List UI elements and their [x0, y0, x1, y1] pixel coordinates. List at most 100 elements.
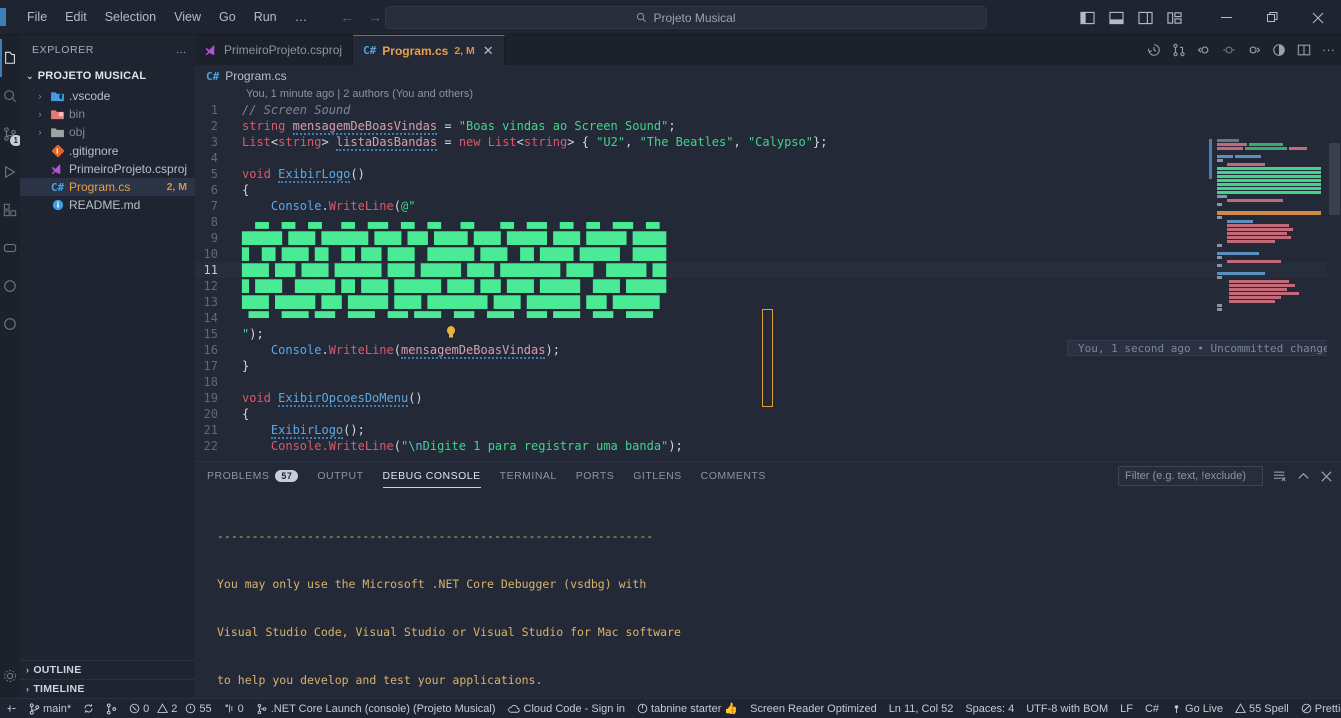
- debug-console-output[interactable]: ----------------------------------------…: [195, 490, 1341, 718]
- tab-close-icon[interactable]: ✕: [483, 43, 494, 59]
- next-change-icon[interactable]: [1247, 43, 1261, 57]
- split-editor-icon[interactable]: [1297, 43, 1311, 57]
- tree-item-gitignore[interactable]: .gitignore: [20, 142, 195, 160]
- minimize-button[interactable]: [1203, 0, 1249, 35]
- status-prettier[interactable]: Prettier: [1295, 699, 1341, 718]
- menu-item-view[interactable]: View: [165, 6, 210, 28]
- status-sync[interactable]: [77, 699, 100, 718]
- tree-item-readme[interactable]: README.md: [20, 196, 195, 214]
- activity-remote-icon[interactable]: [0, 267, 20, 305]
- panel-tab-output[interactable]: OUTPUT: [317, 462, 363, 490]
- forward-arrow-icon[interactable]: →: [368, 9, 382, 25]
- tab-primeiroprojeto-csproj[interactable]: PrimeiroProjeto.csproj: [195, 35, 354, 65]
- activity-copilot-icon[interactable]: [0, 229, 20, 267]
- activity-manage-gear-icon[interactable]: [0, 660, 20, 698]
- status-indentation[interactable]: Spaces: 4: [959, 699, 1020, 718]
- workspace-folder-row[interactable]: ⌄ PROJETO MUSICAL: [20, 65, 195, 87]
- toggle-secondary-sidebar-icon[interactable]: [1134, 7, 1156, 29]
- code-line-13[interactable]: 13 ████ ██████ ███ ██████ ████ █████████…: [195, 294, 1341, 310]
- outline-section[interactable]: › OUTLINE: [20, 660, 195, 679]
- compare-changes-icon[interactable]: [1172, 43, 1186, 57]
- code-line-3[interactable]: 3 List<string> listaDasBandas = new List…: [195, 134, 1341, 151]
- back-arrow-icon[interactable]: ←: [340, 9, 354, 25]
- panel-tab-gitlens[interactable]: GITLENS: [633, 462, 681, 490]
- tree-item-csproj[interactable]: PrimeiroProjeto.csproj: [20, 160, 195, 178]
- code-editor[interactable]: You, 1 minute ago | 2 authors (You and o…: [195, 87, 1341, 453]
- activity-extensions-icon[interactable]: [0, 191, 20, 229]
- panel-tab-terminal[interactable]: TERMINAL: [500, 462, 557, 490]
- menu-item-edit[interactable]: Edit: [56, 6, 96, 28]
- code-line-5[interactable]: 5 void ExibirLogo(): [195, 166, 1341, 183]
- breadcrumb[interactable]: C# Program.cs: [195, 65, 1341, 87]
- explorer-more-icon[interactable]: …: [176, 44, 187, 56]
- code-line-22[interactable]: 22 Console.WriteLine("\nDigite 1 para re…: [195, 438, 1341, 453]
- toggle-primary-sidebar-icon[interactable]: [1076, 7, 1098, 29]
- status-branch[interactable]: main*: [23, 699, 77, 718]
- restore-button[interactable]: [1249, 0, 1295, 35]
- maximize-panel-icon[interactable]: [1297, 470, 1310, 483]
- status-remote-indicator[interactable]: [0, 699, 23, 718]
- tree-item-program-cs[interactable]: C# Program.cs 2, M: [20, 177, 195, 197]
- minimap[interactable]: [1209, 139, 1327, 439]
- previous-change-icon[interactable]: [1197, 43, 1211, 57]
- status-cloud-code[interactable]: Cloud Code - Sign in: [502, 699, 632, 718]
- code-line-2[interactable]: 2 string mensagemDeBoasVindas = "Boas vi…: [195, 118, 1341, 135]
- status-ports[interactable]: 0: [218, 699, 250, 718]
- toggle-panel-icon[interactable]: [1105, 7, 1127, 29]
- menu-item-more[interactable]: …: [286, 6, 317, 28]
- status-gitlens-blame[interactable]: [100, 699, 123, 718]
- menu-item-go[interactable]: Go: [210, 6, 245, 28]
- code-line-7[interactable]: 7 Console.WriteLine(@": [195, 198, 1341, 214]
- status-language-mode[interactable]: C#: [1139, 699, 1165, 718]
- status-debug-launch[interactable]: .NET Core Launch (console) (Projeto Musi…: [250, 699, 502, 718]
- clear-console-icon[interactable]: [1273, 470, 1287, 483]
- more-actions-icon[interactable]: ···: [1322, 43, 1335, 56]
- status-spell-check[interactable]: 55 Spell: [1229, 699, 1295, 718]
- code-line-8[interactable]: 8 ▄▄ ▄▄ ▄▄ ▄▄ ▄▄▄ ▄▄ ▄▄ ▄▄ ▄▄ ▄▄▄ ▄▄ ▄▄ …: [195, 214, 1341, 230]
- code-line-11[interactable]: 11 ████ ███ ████ ███████ ████ ██████ ███…: [195, 262, 1341, 278]
- tree-item-vscode[interactable]: › .vscode: [20, 87, 195, 105]
- menu-item-run[interactable]: Run: [245, 6, 286, 28]
- code-line-10[interactable]: 10 █ ██ ████ ██ ██ ███ ████ ███████ ████…: [195, 246, 1341, 262]
- tree-item-bin[interactable]: › bin: [20, 105, 195, 123]
- panel-tab-ports[interactable]: PORTS: [576, 462, 614, 490]
- status-cursor-position[interactable]: Ln 11, Col 52: [883, 699, 960, 718]
- blame-toggle-icon[interactable]: [1222, 43, 1236, 57]
- minimap-viewport-slider[interactable]: [1209, 139, 1212, 179]
- menu-item-file[interactable]: File: [18, 6, 56, 28]
- code-line-21[interactable]: 21 ExibirLogo();: [195, 422, 1341, 439]
- activity-explorer-icon[interactable]: [0, 39, 20, 77]
- history-icon[interactable]: [1147, 43, 1161, 57]
- status-eol[interactable]: LF: [1114, 699, 1139, 718]
- activity-testing-icon[interactable]: [0, 305, 20, 343]
- activity-source-control-icon[interactable]: 1: [0, 115, 22, 153]
- close-panel-icon[interactable]: [1320, 470, 1333, 483]
- status-problems[interactable]: 0 2 55: [123, 699, 218, 718]
- code-line-20[interactable]: 20 {: [195, 406, 1341, 422]
- status-screen-reader[interactable]: Screen Reader Optimized: [744, 699, 883, 718]
- panel-tab-debug-console[interactable]: DEBUG CONSOLE: [382, 462, 481, 490]
- lightbulb-icon[interactable]: [445, 325, 457, 339]
- filter-input[interactable]: Filter (e.g. text, !exclude): [1118, 466, 1263, 486]
- code-line-4[interactable]: 4: [195, 150, 1341, 166]
- close-button[interactable]: [1295, 0, 1341, 35]
- code-line-9[interactable]: 9 ██████ ████ ███████ ████ ███ █████ ███…: [195, 230, 1341, 246]
- status-encoding[interactable]: UTF-8 with BOM: [1020, 699, 1114, 718]
- customize-layout-icon[interactable]: [1163, 7, 1185, 29]
- code-line-6[interactable]: 6 {: [195, 182, 1341, 198]
- status-go-live[interactable]: Go Live: [1165, 699, 1229, 718]
- editor-vertical-scrollbar[interactable]: [1329, 143, 1340, 215]
- status-tabnine[interactable]: tabnine starter 👍: [631, 699, 744, 718]
- activity-run-debug-icon[interactable]: [0, 153, 20, 191]
- timeline-section[interactable]: › TIMELINE: [20, 679, 195, 698]
- panel-tab-problems[interactable]: PROBLEMS 57: [207, 462, 299, 490]
- command-center-search[interactable]: Projeto Musical: [385, 6, 987, 29]
- panel-tab-comments[interactable]: COMMENTS: [701, 462, 766, 490]
- tab-program-cs[interactable]: C# Program.cs 2, M ✕: [353, 35, 505, 65]
- activity-search-icon[interactable]: [0, 77, 20, 115]
- code-line-12[interactable]: 12 █ ████ ██████ ██ ████ ███████ ████ ██…: [195, 278, 1341, 294]
- coverage-icon[interactable]: [1272, 43, 1286, 57]
- tree-item-obj[interactable]: › obj: [20, 123, 195, 141]
- code-line-1[interactable]: 1 // Screen Sound: [195, 102, 1341, 118]
- menu-item-selection[interactable]: Selection: [96, 6, 165, 28]
